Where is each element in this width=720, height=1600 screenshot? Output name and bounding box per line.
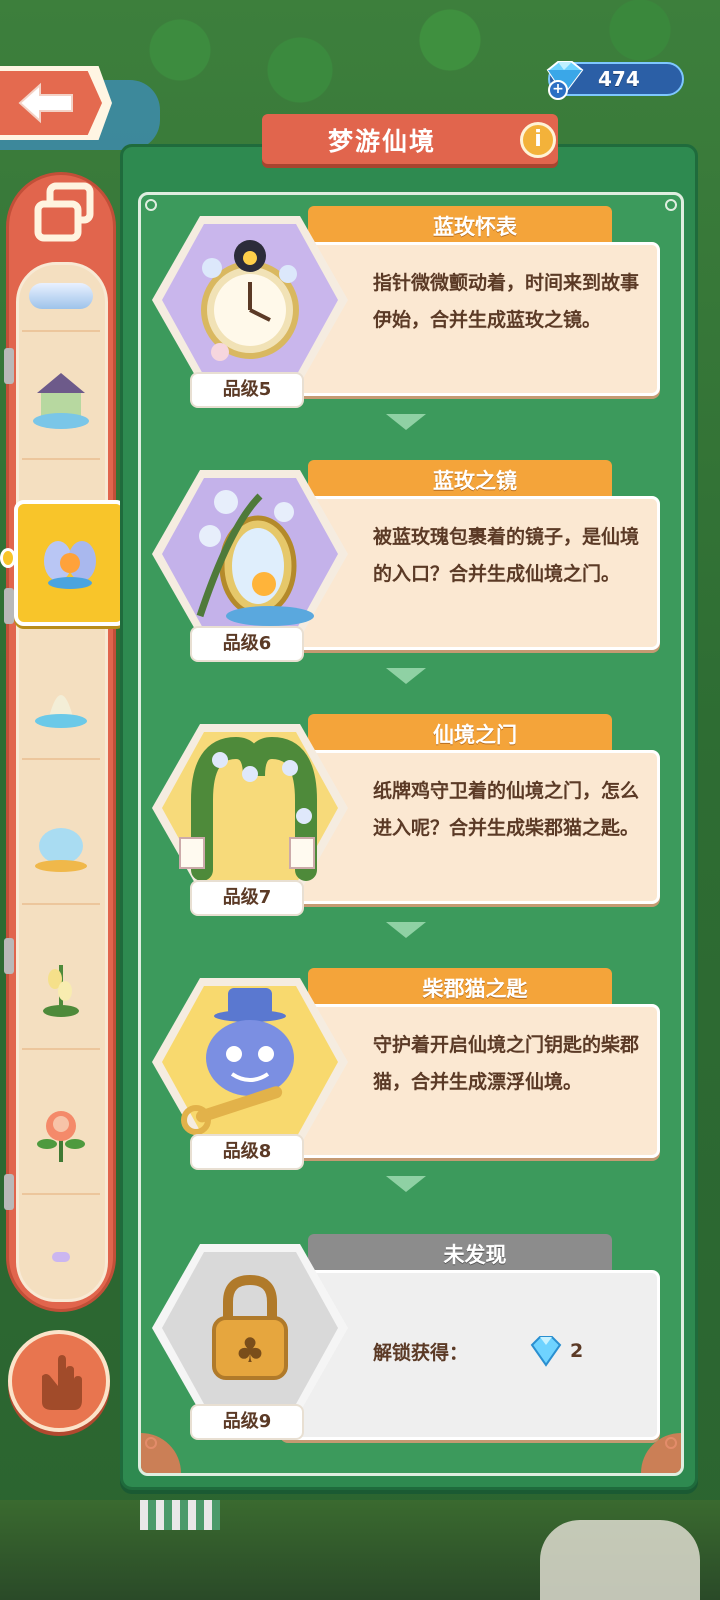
arrow-left-icon <box>18 82 73 124</box>
background-awning <box>140 1500 220 1530</box>
lock-icon: ♣ <box>152 1244 348 1412</box>
unlock-label: 解锁获得： <box>373 1341 469 1364</box>
sidebar-clip <box>4 588 14 624</box>
sidebar-item-petal[interactable] <box>22 1222 100 1292</box>
svg-text:♣: ♣ <box>235 1331 265 1371</box>
chevron-down-icon <box>386 414 426 430</box>
hand-button[interactable] <box>8 1330 110 1432</box>
chevron-down-icon <box>386 668 426 684</box>
item-description: 纸牌鸡守卫着的仙境之门，怎么进入呢？合并生成柴郡猫之匙。 <box>373 780 640 839</box>
chevron-down-icon <box>386 1176 426 1192</box>
diamond-icon <box>530 1336 562 1367</box>
sidebar-item-fountain[interactable] <box>22 640 100 760</box>
castle-thumb-icon <box>29 283 93 309</box>
add-gems-icon[interactable]: + <box>548 80 568 100</box>
item-description: 守护着开启仙境之门钥匙的柴郡猫，合并生成漂浮仙境。 <box>373 1034 640 1093</box>
item-card[interactable]: 蓝玫怀表 指针微微颤动着，时间来到故事伊始，合并生成蓝玫之镜。 品级5 <box>150 206 660 408</box>
gem-counter[interactable]: + 474 <box>546 61 684 100</box>
chevron-down-icon <box>386 922 426 938</box>
fairy-thumb-icon <box>44 541 96 589</box>
sidebar-clip <box>4 938 14 974</box>
back-button[interactable] <box>0 66 112 140</box>
pocket-watch-icon <box>152 216 348 384</box>
cheshire-cat-key-icon <box>152 978 348 1146</box>
info-icon[interactable]: i <box>520 122 556 158</box>
teapot-thumb-icon <box>35 828 87 872</box>
item-grade: 品级5 <box>190 372 304 408</box>
background-bottom <box>0 1500 720 1600</box>
item-grade: 品级8 <box>190 1134 304 1170</box>
rose-thumb-icon <box>37 1111 85 1162</box>
sidebar-item-castle[interactable] <box>22 262 100 332</box>
sidebar-clip <box>4 348 14 384</box>
fountain-thumb-icon <box>35 695 87 728</box>
page-title: 梦游仙境 <box>327 127 436 156</box>
item-card[interactable]: 柴郡猫之匙 守护着开启仙境之门钥匙的柴郡猫，合并生成漂浮仙境。 品级8 <box>150 968 660 1170</box>
locked-item-card[interactable]: 未发现 解锁获得： 2 ♣ 品级9 <box>150 1234 660 1440</box>
panel-rivet <box>665 199 677 211</box>
hand-icon <box>42 1355 82 1410</box>
item-grade: 品级7 <box>190 880 304 916</box>
item-description: 指针微微颤动着，时间来到故事伊始，合并生成蓝玫之镜。 <box>373 272 640 331</box>
sidebar-clip <box>4 1174 14 1210</box>
unlock-reward-row: 解锁获得： 2 <box>373 1335 583 1367</box>
item-card[interactable]: 蓝玫之镜 被蓝玫瑰包裹着的镜子，是仙境的入口？合并生成仙境之门。 品级6 <box>150 460 660 662</box>
item-grade: 品级9 <box>190 1404 304 1440</box>
item-grade: 品级6 <box>190 626 304 662</box>
sidebar-item-rose[interactable] <box>22 1075 100 1195</box>
collapse-windows-icon[interactable] <box>30 180 102 244</box>
title-banner: 梦游仙境 <box>262 114 558 164</box>
rose-mirror-icon <box>152 470 348 638</box>
gem-count: 474 <box>598 67 640 91</box>
sidebar-item-lily[interactable] <box>22 930 100 1050</box>
item-description: 被蓝玫瑰包裹着的镜子，是仙境的入口？合并生成仙境之门。 <box>373 526 640 585</box>
sidebar-item-teapot[interactable] <box>22 785 100 905</box>
hedge-gate-icon <box>152 724 348 892</box>
selection-pin <box>0 548 16 568</box>
reward-count: 2 <box>570 1340 584 1362</box>
sidebar-item-carousel[interactable] <box>22 340 100 460</box>
petal-thumb-icon <box>52 1252 70 1262</box>
panel-rivet <box>145 199 157 211</box>
item-card[interactable]: 仙境之门 纸牌鸡守卫着的仙境之门，怎么进入呢？合并生成柴郡猫之匙。 品级7 <box>150 714 660 916</box>
background-house <box>540 1520 700 1600</box>
sidebar-item-fairy-selected[interactable] <box>14 500 126 626</box>
lily-thumb-icon <box>43 965 79 1017</box>
carousel-thumb-icon <box>33 373 89 429</box>
